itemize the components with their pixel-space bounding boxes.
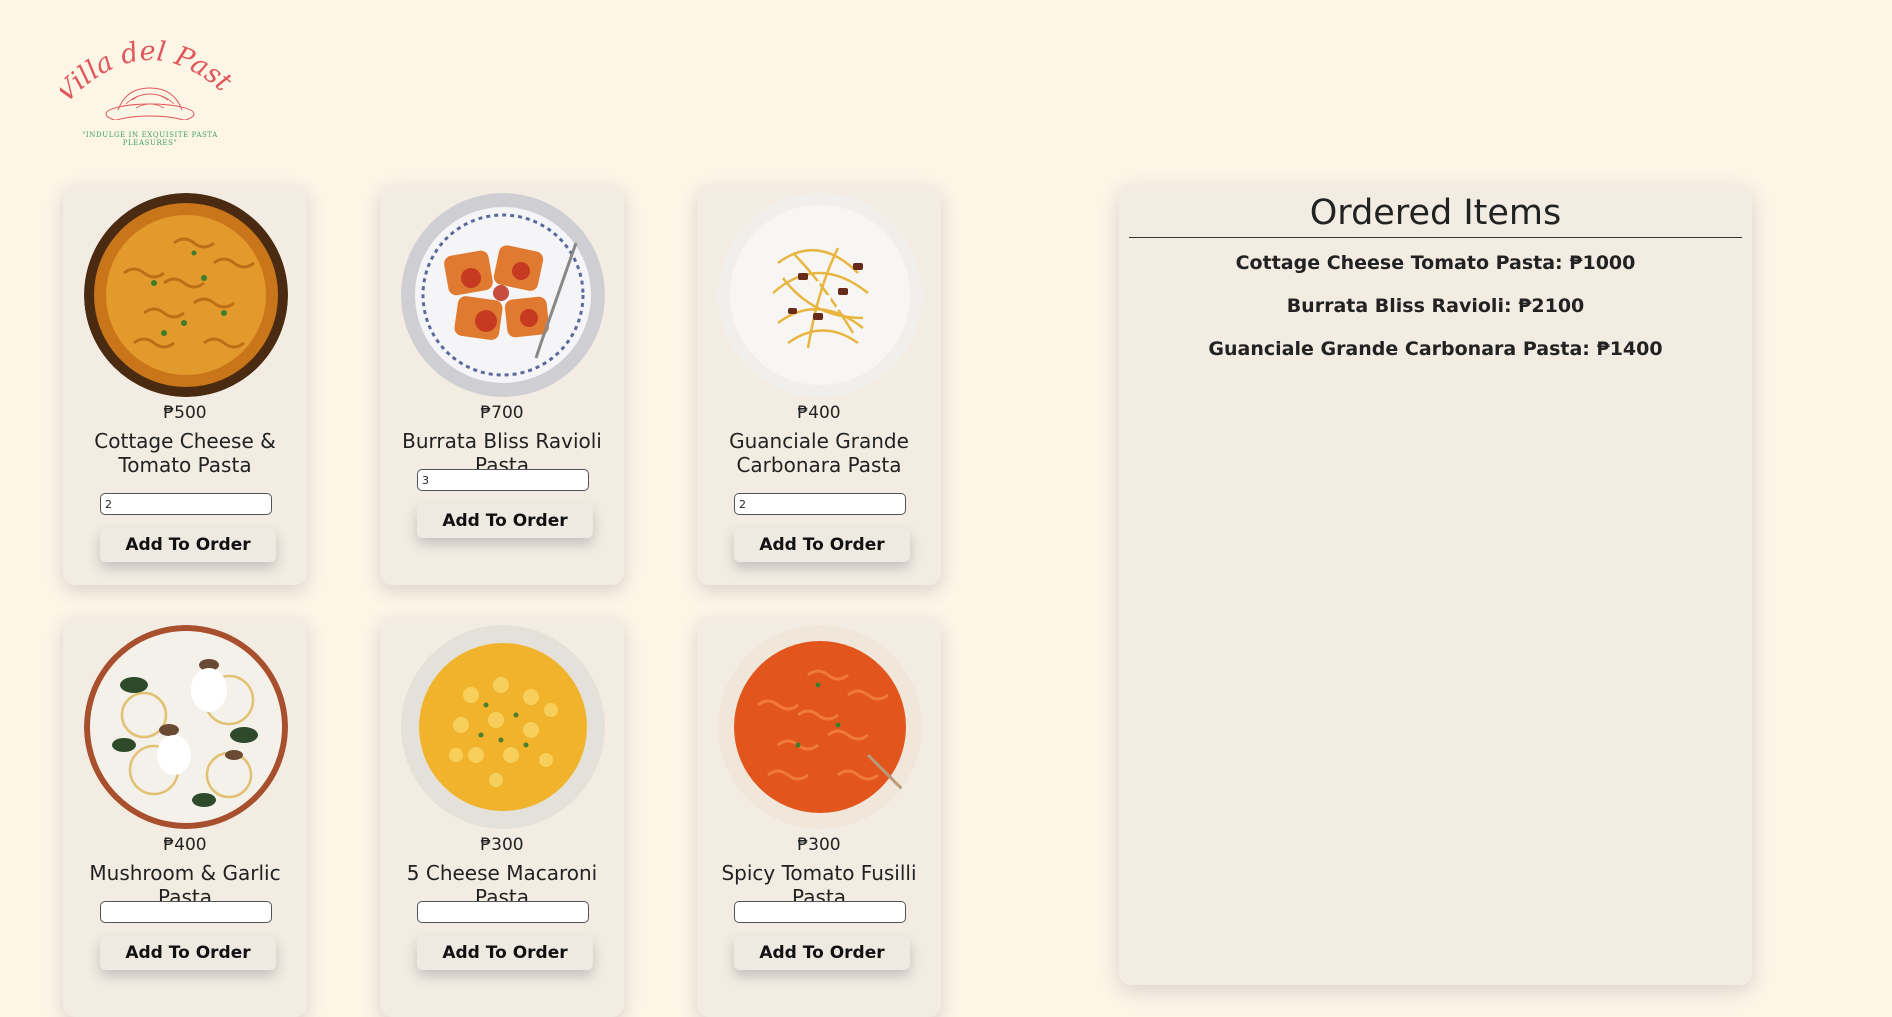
add-to-order-button[interactable]: Add To Order	[100, 936, 276, 970]
menu-card: ₱700 Burrata Bliss Ravioli Pasta Add To …	[380, 185, 624, 585]
svg-text:Villa del Pasta: Villa del Pasta	[60, 30, 238, 109]
carbonara-plate-icon	[718, 193, 922, 397]
quantity-input[interactable]	[417, 469, 589, 491]
menu-card: ₱300 5 Cheese Macaroni Pasta Add To Orde…	[380, 617, 624, 1017]
ordered-item: Guanciale Grande Carbonara Pasta: ₱1400	[1208, 338, 1663, 360]
quantity-input[interactable]	[734, 493, 906, 515]
ordered-items-title: Ordered Items	[1309, 193, 1562, 233]
menu-card: ₱400 Mushroom & Garlic Pasta Add To Orde…	[63, 617, 307, 1017]
item-price: ₱300	[480, 835, 524, 855]
ravioli-plate-icon	[401, 193, 605, 397]
item-name: Cottage Cheese & Tomato Pasta	[94, 429, 276, 477]
item-price: ₱400	[163, 835, 207, 855]
quantity-input[interactable]	[417, 901, 589, 923]
macaroni-bowl-icon	[401, 625, 605, 829]
menu-card: ₱500 Cottage Cheese & Tomato Pasta Add T…	[63, 185, 307, 585]
item-price: ₱300	[797, 835, 841, 855]
item-price: ₱700	[480, 403, 524, 423]
logo-tagline: "INDULGE IN EXQUISITE PASTA PLEASURES"	[82, 131, 218, 147]
item-name: Guanciale Grande Carbonara Pasta	[729, 429, 909, 477]
mushroom-pasta-plate-icon	[84, 625, 288, 829]
quantity-input[interactable]	[100, 493, 272, 515]
ordered-item: Cottage Cheese Tomato Pasta: ₱1000	[1235, 252, 1636, 274]
fusilli-bowl-icon	[718, 625, 922, 829]
logo: Villa del Pasta "INDULGE IN EXQUISITE PA…	[60, 30, 240, 147]
ordered-items-list: Cottage Cheese Tomato Pasta: ₱1000 Burra…	[1119, 252, 1752, 361]
quantity-input[interactable]	[734, 901, 906, 923]
ordered-items-panel: Ordered Items Cottage Cheese Tomato Past…	[1119, 185, 1752, 985]
fusilli-pan-icon	[84, 193, 288, 397]
add-to-order-button[interactable]: Add To Order	[734, 936, 910, 970]
menu-card: ₱300 Spicy Tomato Fusilli Pasta Add To O…	[697, 617, 941, 1017]
divider	[1129, 237, 1742, 238]
quantity-input[interactable]	[100, 901, 272, 923]
ordered-item: Burrata Bliss Ravioli: ₱2100	[1286, 295, 1585, 317]
item-price: ₱500	[163, 403, 207, 423]
villa-del-pasta-logo-icon: Villa del Pasta	[60, 30, 238, 120]
add-to-order-button[interactable]: Add To Order	[734, 528, 910, 562]
add-to-order-button[interactable]: Add To Order	[417, 504, 593, 538]
menu-card: ₱400 Guanciale Grande Carbonara Pasta Ad…	[697, 185, 941, 585]
add-to-order-button[interactable]: Add To Order	[100, 528, 276, 562]
add-to-order-button[interactable]: Add To Order	[417, 936, 593, 970]
item-price: ₱400	[797, 403, 841, 423]
